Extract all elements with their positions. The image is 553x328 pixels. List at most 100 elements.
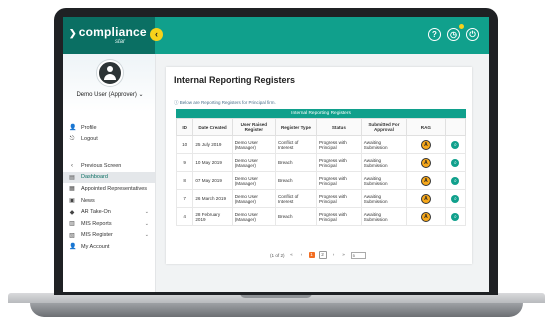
sidebar: Demo User (Approver) ⌄ 👤 Profile ⎋ Logout … [63, 54, 156, 292]
user-name-dropdown[interactable]: Demo User (Approver) ⌄ [67, 91, 153, 98]
sidebar-item-dashboard[interactable]: ▤ Dashboard [63, 171, 155, 184]
sidebar-item-label: News [81, 197, 95, 204]
page-1-button[interactable]: 1 [308, 252, 315, 258]
sidebar-item-appointed-representatives[interactable]: ▦ Appointed Representatives [63, 183, 155, 195]
column-header-submitted[interactable]: Submitted For Approval [360, 118, 408, 136]
logo-subtext: star [115, 39, 126, 45]
cell-submitted: Awaiting Submission [360, 207, 408, 226]
logo-text: compliance [78, 25, 147, 39]
page-summary: (1 of 2) [270, 252, 285, 258]
sidebar-item-mis-reports[interactable]: ▥ MIS Reports ⌄ [63, 218, 155, 230]
news-icon: ▣ [69, 198, 75, 205]
column-header-status[interactable]: Status [315, 118, 362, 136]
cell-rag: A [406, 189, 446, 208]
cell-type: Conflict of Interest [274, 135, 317, 154]
avatar-head [107, 66, 113, 72]
collapse-sidebar-button[interactable]: ‹ [150, 28, 163, 41]
cell-user: Demo User (Manager) [231, 135, 276, 154]
sidebar-item-profile[interactable]: 👤 Profile [63, 122, 155, 134]
cell-id: 9 [175, 153, 194, 172]
sidebar-item-label: My Account [81, 243, 110, 250]
prev-page-button[interactable]: ‹ [299, 252, 305, 258]
notification-icon[interactable]: ◷ [447, 24, 464, 41]
cell-action: ⌕ [444, 153, 467, 172]
description-text: Below are Reporting Registers for Princi… [179, 100, 276, 105]
column-header-register-type[interactable]: Register Type [274, 118, 317, 136]
cell-submitted: Awaiting Submission [360, 171, 408, 190]
chevron-down-icon: ⌄ [144, 232, 149, 239]
pagination: (1 of 2) « ‹ 1 2 › » 5 [270, 251, 366, 259]
magnifier-icon: ⌕ [453, 195, 457, 202]
page-title: Internal Reporting Registers [174, 75, 296, 85]
view-register-button[interactable]: ⌕ [451, 194, 460, 203]
sidebar-item-my-account[interactable]: 👤 My Account [63, 241, 155, 253]
table-row[interactable]: 9 10 May 2019 Demo User (Manager) Breach… [175, 153, 467, 172]
sidebar-item-previous-screen[interactable]: ‹ Previous Screen [63, 160, 155, 172]
registers-card: Internal Reporting Registers ⓘ Below are… [166, 67, 472, 264]
cell-action: ⌕ [444, 189, 467, 208]
table-row[interactable]: 7 26 March 2019 Demo User (Manager) Conf… [175, 189, 467, 208]
view-register-button[interactable]: ⌕ [451, 212, 460, 221]
page-2-button[interactable]: 2 [318, 251, 327, 259]
cell-type: Breach [274, 153, 317, 172]
sidebar-item-mis-register[interactable]: ▧ MIS Register ⌄ [63, 230, 155, 242]
cell-rag: A [406, 171, 446, 190]
sidebar-item-news[interactable]: ▣ News [63, 195, 155, 207]
column-header-date-created[interactable]: Date Created [192, 118, 233, 136]
cell-date: 26 March 2019 [192, 189, 233, 208]
first-page-button[interactable]: « [289, 252, 295, 258]
profile-menu: 👤 Profile ⎋ Logout [63, 122, 155, 145]
user-name: Demo User (Approver) [76, 92, 137, 98]
view-register-button[interactable]: ⌕ [451, 158, 460, 167]
column-header-user-raised[interactable]: User Raised Register [231, 118, 276, 136]
cell-rag: A [406, 153, 446, 172]
column-header-rag[interactable]: RAG [406, 118, 446, 136]
cell-id: 8 [175, 171, 194, 190]
magnifier-icon: ⌕ [453, 213, 457, 220]
cell-action: ⌕ [444, 207, 467, 226]
next-page-button[interactable]: › [331, 252, 337, 258]
view-register-button[interactable]: ⌕ [451, 176, 460, 185]
avatar[interactable] [97, 60, 123, 86]
cell-action: ⌕ [444, 171, 467, 190]
cell-action: ⌕ [444, 135, 467, 154]
main-content: Internal Reporting Registers ⓘ Below are… [156, 54, 489, 292]
cell-user: Demo User (Manager) [231, 189, 276, 208]
cell-date: 28 February 2019 [192, 207, 233, 226]
cell-date: 25 July 2019 [192, 135, 233, 154]
table-row[interactable]: 8 07 May 2019 Demo User (Manager) Breach… [175, 171, 467, 190]
notification-badge [459, 24, 464, 29]
sidebar-item-label: MIS Register [81, 232, 113, 239]
cell-type: Conflict of Interest [274, 189, 317, 208]
rag-badge: A [420, 211, 431, 222]
column-header-actions [444, 118, 467, 136]
user-icon: 👤 [69, 125, 77, 132]
avatar-body [104, 74, 116, 80]
table-row[interactable]: 4 28 February 2019 Demo User (Manager) B… [175, 207, 467, 226]
cell-user: Demo User (Manager) [231, 171, 276, 190]
reports-icon: ▥ [69, 221, 75, 228]
sidebar-item-logout[interactable]: ⎋ Logout [63, 134, 155, 146]
user-profile: Demo User (Approver) ⌄ [63, 54, 155, 112]
table-header-row: ID Date Created User Raised Register Reg… [175, 118, 467, 136]
page-size-select[interactable]: 5 [350, 251, 366, 259]
column-header-id[interactable]: ID [175, 118, 194, 136]
sidebar-item-label: AR Take-On [81, 209, 111, 216]
help-icon[interactable]: ? [428, 28, 441, 41]
cell-id: 4 [175, 207, 194, 226]
sidebar-item-label: Dashboard [81, 174, 108, 181]
representatives-icon: ▦ [69, 186, 75, 193]
chevron-left-icon: ‹ [155, 29, 158, 39]
rag-badge: A [420, 193, 431, 204]
sidebar-item-ar-take-on[interactable]: ◆ AR Take-On ⌄ [63, 206, 155, 218]
chevron-down-icon: ⌄ [138, 92, 144, 98]
user-icon: 👤 [69, 244, 77, 251]
app-logo[interactable]: ❯ compliance [69, 25, 147, 39]
cell-id: 7 [175, 189, 194, 208]
magnifier-icon: ⌕ [453, 141, 457, 148]
table-row[interactable]: 10 25 July 2019 Demo User (Manager) Conf… [175, 135, 467, 154]
power-icon[interactable]: ⏻ [466, 28, 479, 41]
chevron-left-icon: ‹ [71, 162, 73, 169]
view-register-button[interactable]: ⌕ [451, 140, 460, 149]
last-page-button[interactable]: » [341, 252, 347, 258]
